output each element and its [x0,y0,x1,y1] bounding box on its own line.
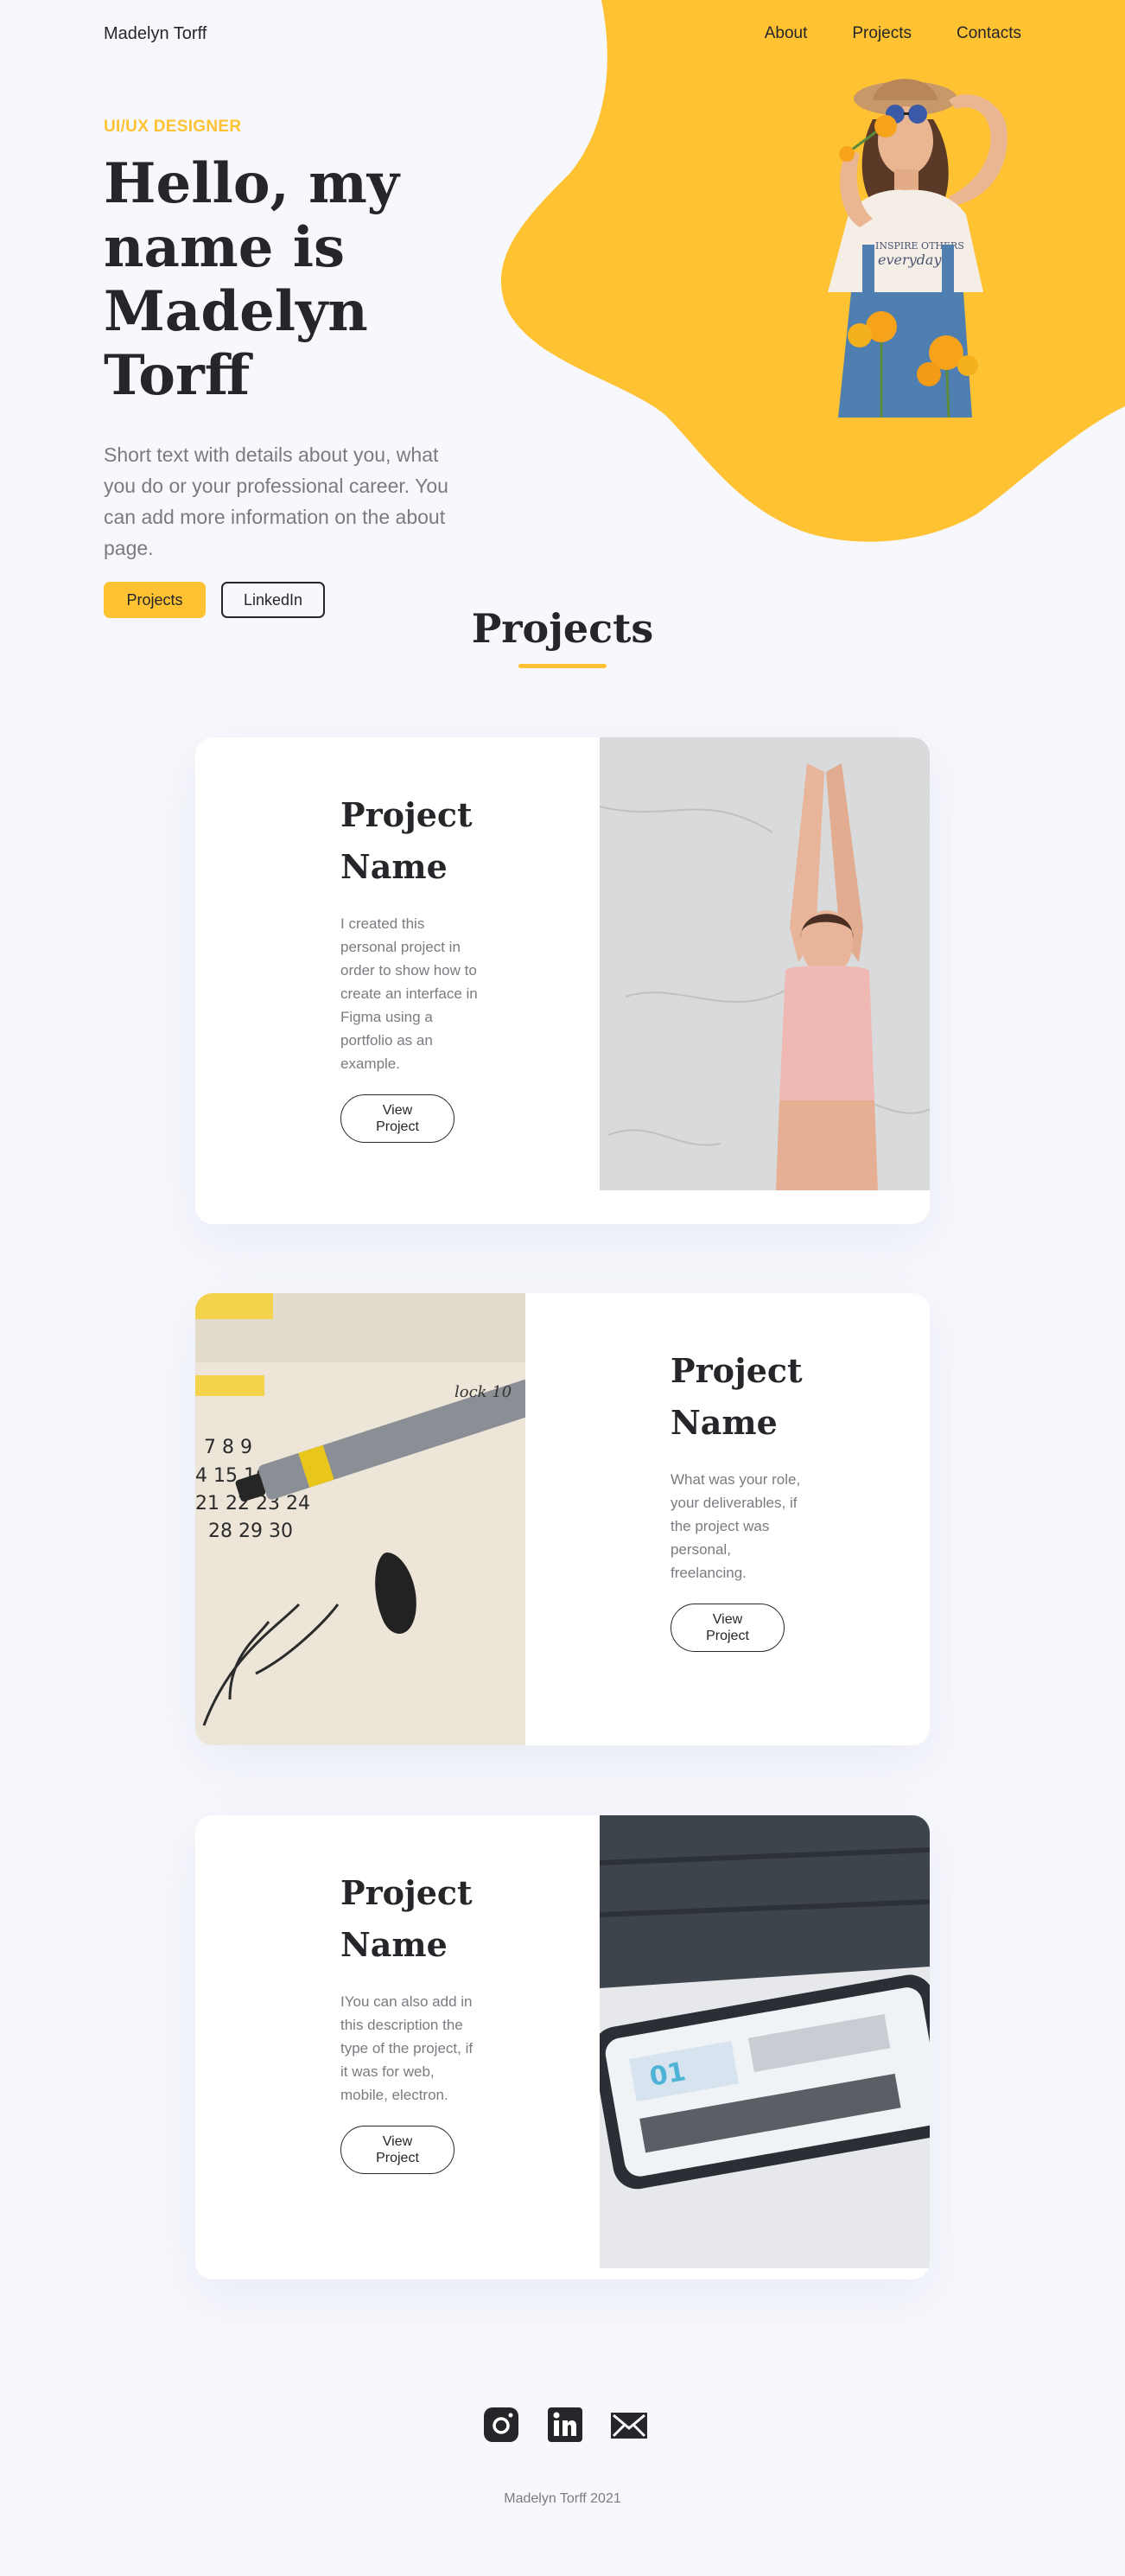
top-nav: Madelyn Torff About Projects Contacts [0,0,1125,69]
project-card-1: Project Name I created this personal pro… [195,737,930,1224]
nav-links: About Projects Contacts [765,24,1021,43]
svg-text:01: 01 [647,2056,688,2093]
projects-heading-underline [518,664,607,668]
svg-text:28 29 30: 28 29 30 [208,1521,293,1542]
svg-text:7 8 9: 7 8 9 [204,1437,252,1458]
copyright-text: Madelyn Torff 2021 [504,2491,621,2506]
project-3-image: 01 [600,1815,930,2268]
linkedin-icon[interactable] [546,2406,584,2444]
projects-heading: Projects [471,605,654,652]
footer-social-links [482,2406,648,2444]
hero-eyebrow: UI/UX DESIGNER [104,118,242,136]
project-description: IYou can also add in this description th… [340,1993,474,2103]
project-card-2: 7 8 9 4 15 16 21 22 23 24 28 29 30 lock … [195,1293,930,1745]
project-card-1-content: Project Name I created this personal pro… [340,789,479,1143]
project-2-image: 7 8 9 4 15 16 21 22 23 24 28 29 30 lock … [195,1293,525,1745]
view-project-button[interactable]: View Project [340,2126,454,2174]
project-description: What was your role, your deliverables, i… [671,1471,801,1581]
hero-portrait-image: INSPIRE OTHERS everyday [828,79,1007,418]
hero-text: Short text with details about you, what … [104,443,448,559]
nav-link-contacts[interactable]: Contacts [957,24,1021,43]
mail-icon[interactable] [610,2406,648,2444]
brand-name[interactable]: Madelyn Torff [104,24,207,44]
project-title: Project Name [671,1351,803,1442]
view-project-button[interactable]: View Project [340,1094,454,1143]
project-1-image [600,737,930,1190]
project-title: Project Name [340,1873,473,1964]
svg-text:lock 10: lock 10 [454,1383,512,1401]
nav-link-about[interactable]: About [765,24,808,43]
instagram-icon[interactable] [482,2406,520,2444]
hero-title: Hello, my name is Madelyn Torff [104,151,399,408]
project-title: Project Name [340,795,473,886]
project-description: I created this personal project in order… [340,915,478,1072]
view-project-button[interactable]: View Project [671,1604,785,1652]
svg-text:everyday: everyday [878,252,942,268]
project-card-3: Project Name IYou can also add in this d… [195,1815,930,2280]
nav-link-projects[interactable]: Projects [852,24,912,43]
project-card-2-content: Project Name What was your role, your de… [671,1345,809,1652]
project-card-3-content: Project Name IYou can also add in this d… [340,1867,479,2174]
